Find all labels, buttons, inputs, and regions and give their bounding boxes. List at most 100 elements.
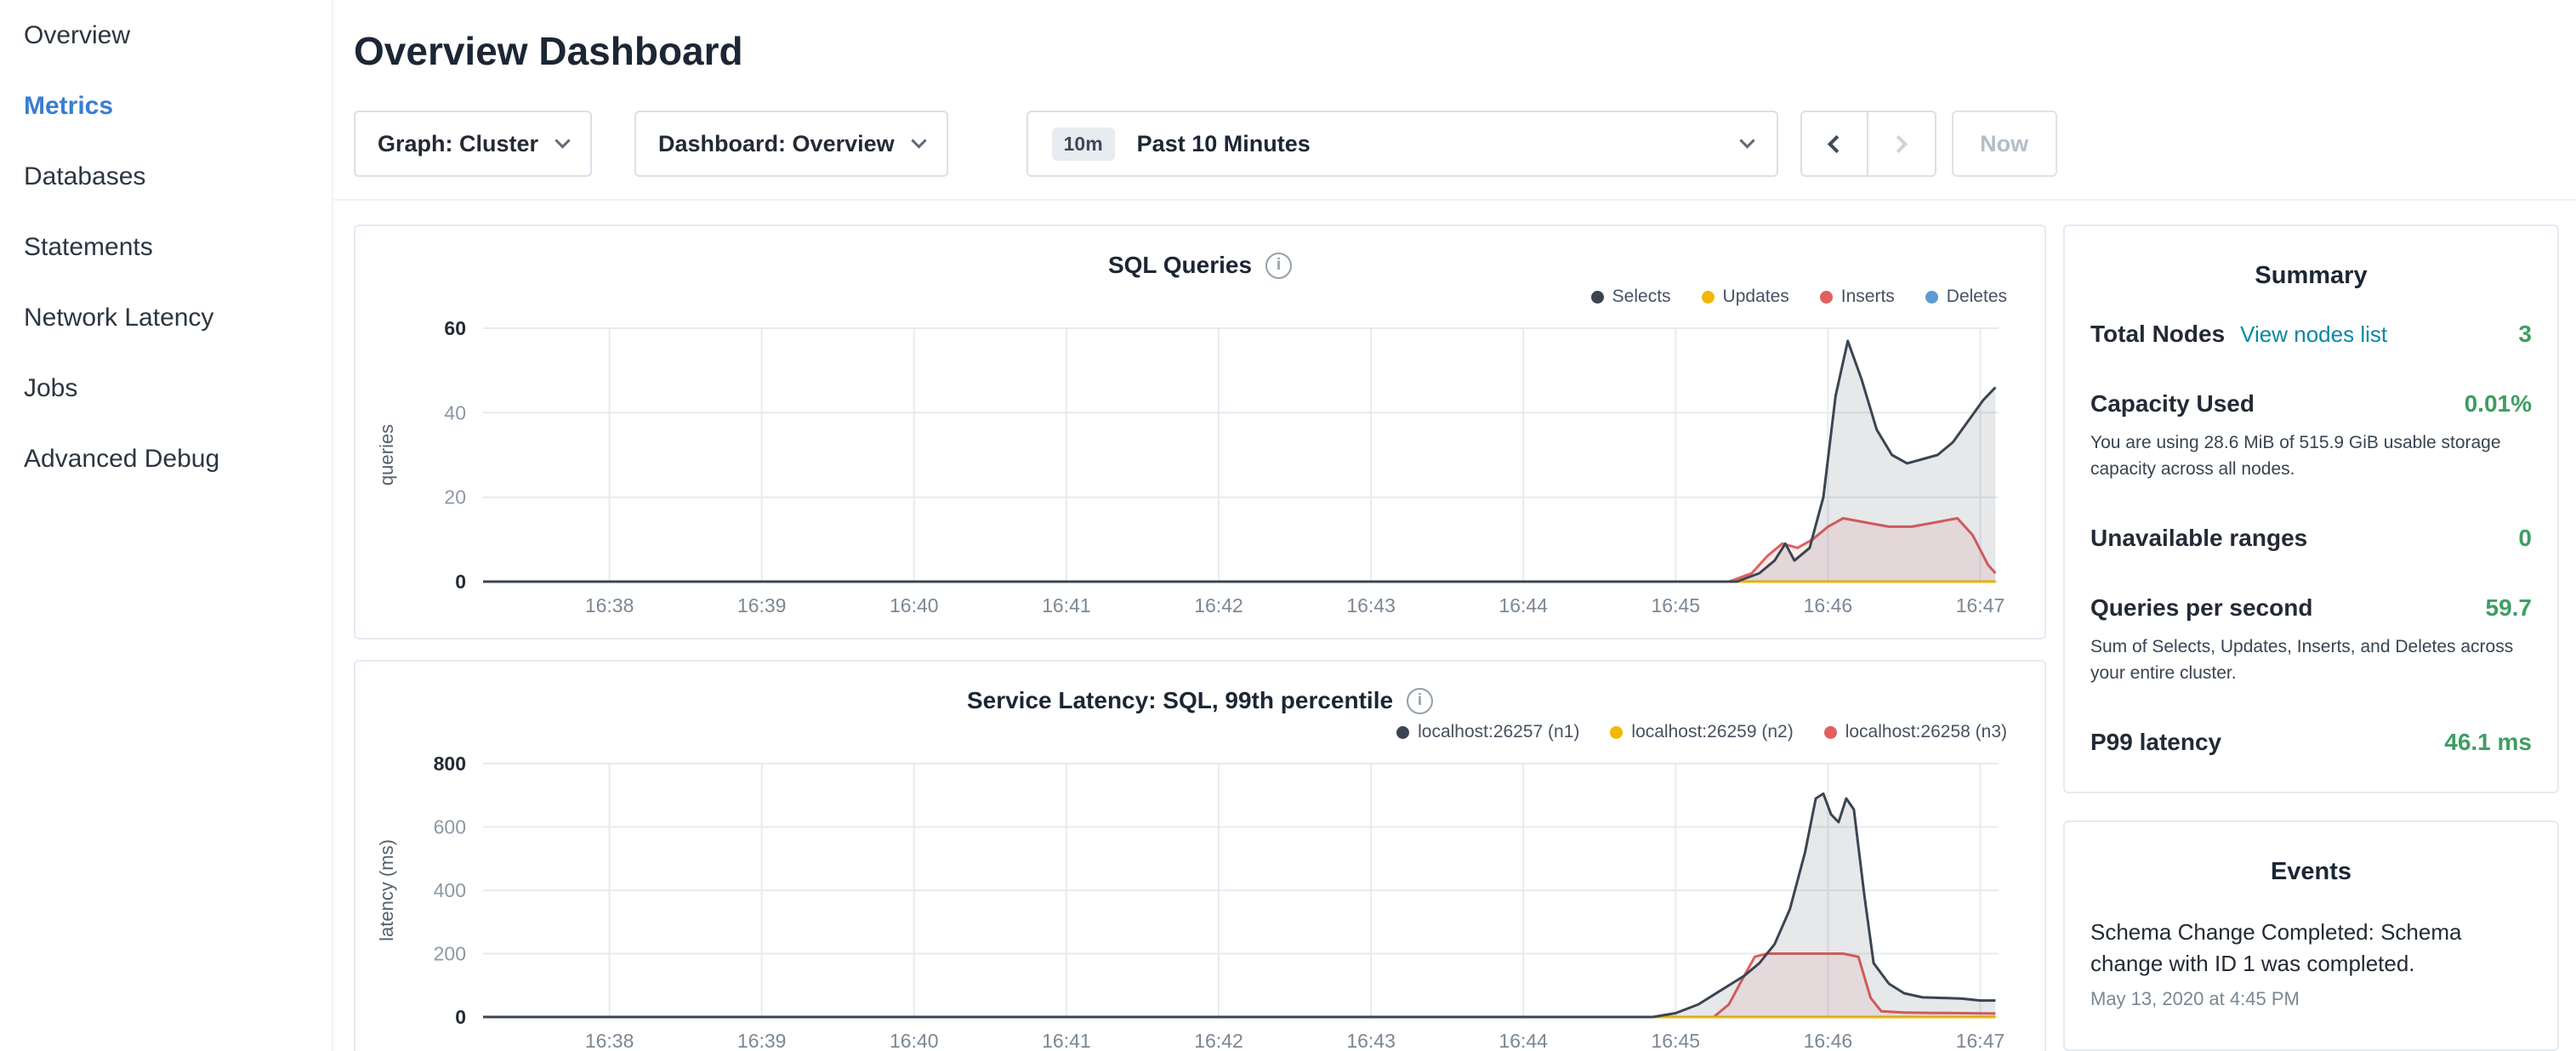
legend-dot [1702,291,1714,304]
legend-label: Selects [1612,287,1671,307]
total-nodes-label: Total Nodes [2090,321,2225,348]
summary-panel: Summary Total Nodes View nodes list 3 Ca… [2063,224,2559,793]
unavailable-ranges-value: 0 [2518,525,2532,552]
event-text: Schema Change Completed: Schema change w… [2090,917,2532,980]
legend-item[interactable]: localhost:26257 (n1) [1396,722,1579,742]
svg-text:16:41: 16:41 [1042,594,1091,616]
svg-text:16:43: 16:43 [1346,594,1396,616]
graph-dropdown-label: Graph: Cluster [378,131,538,157]
svg-text:60: 60 [444,317,466,339]
queries-per-second-value: 59.7 [2486,594,2533,622]
view-nodes-list-link[interactable]: View nodes list [2240,321,2387,348]
svg-text:16:44: 16:44 [1498,1030,1548,1051]
svg-text:16:40: 16:40 [890,1030,939,1051]
sidebar-item-databases[interactable]: Databases [0,141,332,212]
svg-text:20: 20 [444,486,466,508]
right-sidebar: Summary Total Nodes View nodes list 3 Ca… [2063,224,2559,1051]
legend-item[interactable]: Deletes [1925,287,2007,307]
legend-label: Inserts [1841,287,1895,307]
legend-item[interactable]: localhost:26259 (n2) [1610,722,1793,742]
time-next-button[interactable] [1868,111,1936,177]
svg-text:16:42: 16:42 [1194,1030,1243,1051]
sidebar: Overview Metrics Databases Statements Ne… [0,0,333,1051]
charts-column: SQL Queries i Selects Updates Inserts Delet… [354,224,2046,1051]
chevron-left-icon [1828,134,1845,152]
chart-title: SQL Queries [1108,252,1252,279]
legend-dot [1591,291,1604,304]
capacity-used-caption: You are using 28.6 MiB of 515.9 GiB usab… [2090,429,2532,482]
chevron-down-icon [911,133,926,148]
legend-dot [1824,726,1837,739]
legend-item[interactable]: Inserts [1820,287,1895,307]
time-range-selector[interactable]: 10m Past 10 Minutes [1026,111,1778,177]
event-item[interactable]: Schema Change Completed: Schema change w… [2090,917,2532,1010]
legend-label: localhost:26257 (n1) [1418,722,1579,742]
chart-title-row: Service Latency: SQL, 99th percentile i [355,684,2044,718]
info-icon[interactable]: i [1265,253,1292,279]
summary-row-total-nodes: Total Nodes View nodes list 3 [2090,321,2532,348]
chart-legend: localhost:26257 (n1) localhost:26259 (n2)… [355,719,2044,745]
sidebar-item-overview[interactable]: Overview [0,0,332,71]
dashboard-dropdown-label: Dashboard: Overview [658,131,895,157]
svg-text:16:46: 16:46 [1804,594,1853,616]
chart-legend: Selects Updates Inserts Deletes [355,284,2044,310]
service-latency-chart[interactable]: 020040060080016:3816:3916:4016:4116:4216… [355,745,2044,1051]
chart-title-row: SQL Queries i [355,248,2044,282]
time-nav-button-group [1800,111,1936,177]
summary-row-p99-latency: P99 latency 46.1 ms [2090,729,2532,756]
svg-text:400: 400 [434,879,466,901]
time-prev-button[interactable] [1800,111,1868,177]
svg-text:200: 200 [434,943,466,965]
sidebar-item-metrics[interactable]: Metrics [0,71,332,141]
page-title: Overview Dashboard [354,26,2556,77]
queries-per-second-label: Queries per second [2090,594,2312,622]
queries-per-second-caption: Sum of Selects, Updates, Inserts, and De… [2090,633,2532,686]
svg-text:40: 40 [444,401,466,423]
legend-dot [1396,726,1409,739]
toolbar: Graph: Cluster Dashboard: Overview 10m P… [354,111,2556,177]
sql-queries-chart[interactable]: 0 20 40 60 16:38 16:39 16:40 16:41 16:42 16:43 16:… [355,310,2044,629]
dashboard-dropdown[interactable]: Dashboard: Overview [634,111,948,177]
unavailable-ranges-label: Unavailable ranges [2090,525,2307,552]
svg-text:16:41: 16:41 [1042,1030,1091,1051]
legend-item[interactable]: localhost:26258 (n3) [1824,722,2007,742]
sidebar-item-jobs[interactable]: Jobs [0,353,332,423]
event-timestamp: May 13, 2020 at 4:45 PM [2090,988,2532,1010]
sql-queries-panel: SQL Queries i Selects Updates Inserts Delet… [354,224,2046,639]
legend-dot [1610,726,1623,739]
legend-item[interactable]: Updates [1702,287,1789,307]
svg-text:16:44: 16:44 [1498,594,1548,616]
page-header: Overview Dashboard Graph: Cluster Dashbo… [333,0,2576,201]
svg-text:latency (ms): latency (ms) [376,839,397,941]
legend-label: localhost:26258 (n3) [1845,722,2007,742]
sidebar-item-statements[interactable]: Statements [0,212,332,282]
svg-text:0: 0 [455,571,466,593]
svg-text:800: 800 [434,753,466,775]
app-root: Overview Metrics Databases Statements Ne… [0,0,2576,1051]
svg-text:16:39: 16:39 [737,594,787,616]
sidebar-item-network-latency[interactable]: Network Latency [0,282,332,353]
graph-dropdown[interactable]: Graph: Cluster [354,111,592,177]
main-row: SQL Queries i Selects Updates Inserts Delet… [333,201,2576,1051]
svg-text:16:45: 16:45 [1652,1030,1701,1051]
svg-text:16:40: 16:40 [890,594,939,616]
sidebar-item-advanced-debug[interactable]: Advanced Debug [0,423,332,494]
chevron-down-icon [1739,133,1754,148]
info-icon[interactable]: i [1407,688,1433,714]
events-panel: Events Schema Change Completed: Schema c… [2063,821,2559,1051]
legend-item[interactable]: Selects [1591,287,1671,307]
summary-row-capacity-used: Capacity Used 0.01% [2090,390,2532,418]
legend-dot [1925,291,1938,304]
chevron-right-icon [1890,134,1908,152]
legend-dot [1820,291,1833,304]
svg-text:600: 600 [434,816,466,838]
legend-label: Deletes [1947,287,2007,307]
service-latency-panel: Service Latency: SQL, 99th percentile i … [354,660,2046,1051]
svg-text:16:38: 16:38 [585,594,634,616]
time-range-badge: 10m [1052,128,1115,161]
summary-title: Summary [2090,262,2532,290]
content-column: Overview Dashboard Graph: Cluster Dashbo… [333,0,2576,1051]
svg-text:16:47: 16:47 [1956,594,2005,616]
now-button[interactable]: Now [1952,111,2057,177]
svg-text:16:42: 16:42 [1194,594,1243,616]
